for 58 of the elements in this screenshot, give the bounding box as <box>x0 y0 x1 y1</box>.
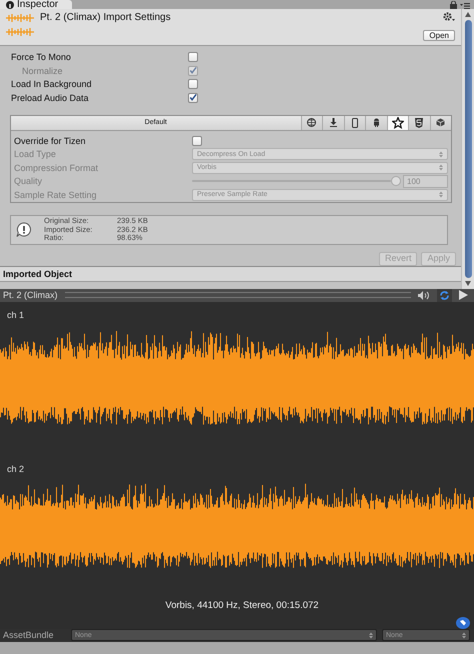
play-icon[interactable] <box>459 290 468 300</box>
phone-icon <box>352 118 358 128</box>
info-icon <box>6 0 14 8</box>
menu-icon[interactable] <box>460 3 470 9</box>
cube-icon <box>436 118 446 128</box>
platform-tab[interactable] <box>408 116 430 130</box>
dropdown-arrow-icon <box>439 150 443 158</box>
settings-icon[interactable] <box>443 12 455 22</box>
platform-tab[interactable] <box>365 116 386 130</box>
setting-label: Sample Rate Setting <box>14 190 98 200</box>
setting-label: Compression Format <box>14 162 100 172</box>
checkbox[interactable] <box>188 92 198 103</box>
platform-tab[interactable] <box>344 116 365 130</box>
audio-clip-icon <box>6 28 34 36</box>
checkbox[interactable] <box>188 52 198 62</box>
loop-button[interactable] <box>437 288 452 302</box>
android-icon <box>372 118 380 128</box>
scroll-down-icon[interactable] <box>465 280 471 286</box>
dropdown-arrow-icon <box>462 632 466 639</box>
open-button[interactable]: Open <box>423 30 455 41</box>
slider[interactable] <box>192 176 401 186</box>
section-header: Imported Object <box>0 266 461 281</box>
speaker-icon[interactable] <box>418 290 430 300</box>
setting-label: Load Type <box>14 149 57 159</box>
inspector-tab[interactable]: Inspector <box>0 0 72 9</box>
import-settings-title: Pt. 2 (Climax) Import Settings <box>40 12 172 25</box>
warning-bubble-icon <box>16 222 32 238</box>
dropdown-arrow-icon <box>439 191 443 198</box>
lock-icon[interactable] <box>450 1 457 9</box>
channel-label: ch 1 <box>6 310 26 322</box>
platform-tab[interactable] <box>386 116 408 130</box>
override-label: Override for Tizen <box>14 136 87 146</box>
download-icon <box>330 118 337 128</box>
dropdown-arrow-icon <box>369 632 373 639</box>
tab-title: Inspector <box>17 0 58 9</box>
number-field[interactable]: 100 <box>403 174 448 188</box>
scroll-up-icon[interactable] <box>465 12 471 17</box>
checkbox[interactable] <box>188 79 198 90</box>
slider-thumb[interactable] <box>391 176 401 186</box>
audio-info: Vorbis, 44100 Hz, Stereo, 00:15.072 <box>164 600 320 611</box>
asset-bundle-label: AssetBundle <box>3 630 55 640</box>
audio-clip-icon <box>6 14 34 22</box>
option-label: Normalize <box>21 66 64 76</box>
dropdown-arrow-icon <box>439 164 443 171</box>
setting-label: Quality <box>14 176 44 186</box>
shield-icon <box>415 118 424 128</box>
platform-tab[interactable] <box>300 116 322 130</box>
option-label: Load In Background <box>11 79 93 90</box>
platform-tab[interactable] <box>430 116 451 130</box>
checkbox[interactable] <box>192 136 202 146</box>
tag-icon[interactable] <box>456 616 470 629</box>
preview-title: Pt. 2 (Climax) <box>3 290 58 300</box>
option-label: Preload Audio Data <box>11 92 90 103</box>
globe-icon <box>307 118 316 128</box>
star-icon <box>392 116 404 129</box>
channel-label: ch 2 <box>6 464 26 475</box>
option-label: Force To Mono <box>11 52 72 62</box>
platform-tab[interactable] <box>322 116 344 130</box>
